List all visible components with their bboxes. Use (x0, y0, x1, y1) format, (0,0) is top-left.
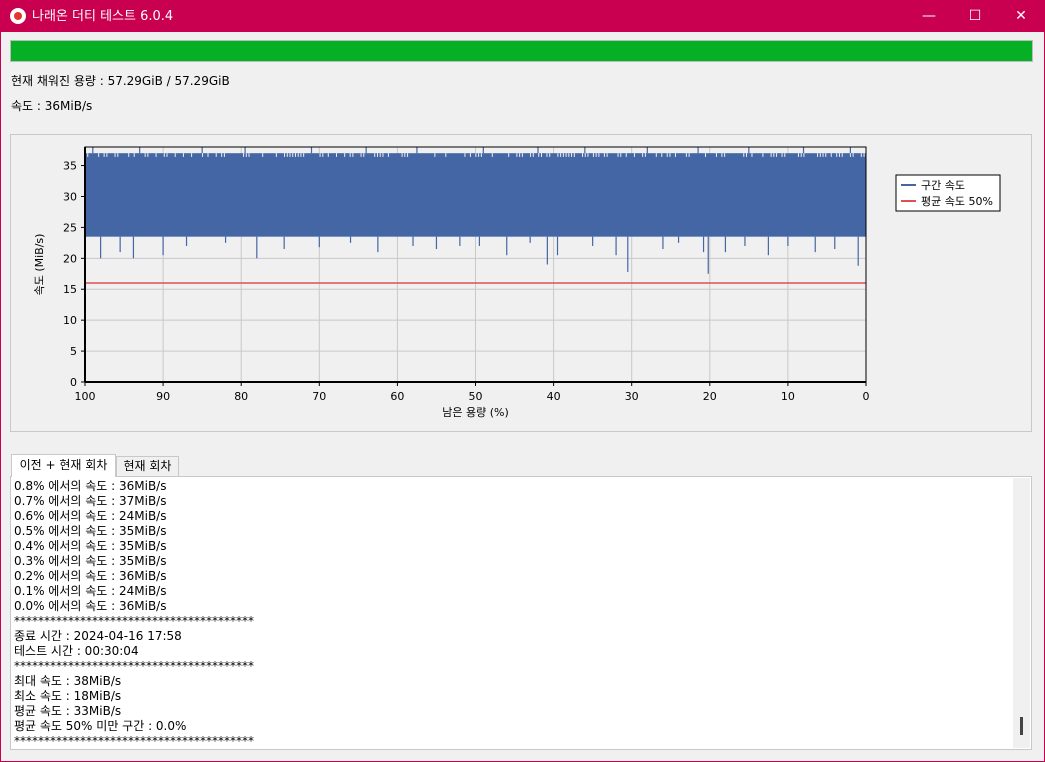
app-logo-icon (10, 8, 26, 24)
x-tick-label: 100 (75, 390, 96, 403)
x-tick-label: 40 (547, 390, 561, 403)
tab-current[interactable]: 현재 회차 (116, 456, 179, 476)
log-line: 0.5% 에서의 속도 : 35MiB/s (14, 524, 167, 538)
y-tick-label: 15 (63, 283, 77, 296)
title-bar[interactable]: 나래온 더티 테스트 6.0.4 — ☐ ✕ (1, 1, 1044, 32)
x-tick-label: 90 (156, 390, 170, 403)
app-window: 나래온 더티 테스트 6.0.4 — ☐ ✕ 현재 채워진 용량 : 57.29… (0, 0, 1045, 762)
log-line: 0.4% 에서의 속도 : 35MiB/s (14, 539, 167, 553)
log-line: 최소 속도 : 18MiB/s (14, 689, 122, 703)
y-tick-label: 0 (70, 376, 77, 389)
log-line: 0.1% 에서의 속도 : 24MiB/s (14, 584, 167, 598)
x-tick-label: 0 (863, 390, 870, 403)
chart-legend: 구간 속도평균 속도 50% (895, 174, 1001, 212)
x-tick-label: 70 (312, 390, 326, 403)
maximize-button[interactable]: ☐ (952, 1, 998, 32)
speed-chart: 100 90 80 70 60 50 40 30 20 10 005101520253035남은 용… (33, 146, 1001, 419)
y-tick-label: 25 (63, 221, 77, 234)
close-button[interactable]: ✕ (998, 1, 1044, 32)
x-tick-label: 50 (469, 390, 483, 403)
y-axis-title: 속도 (MiB/s) (33, 234, 46, 296)
log-line: 최대 속도 : 38MiB/s (14, 674, 122, 688)
log-line: 테스트 시간 : 00:30:04 (14, 644, 139, 658)
tab-previous-and-current[interactable]: 이전 + 현재 회차 (11, 454, 116, 477)
log-lines: 0.8% 에서의 속도 : 36MiB/s 0.7% 에서의 속도 : 37MiB… (14, 479, 254, 749)
x-tick-label: 30 (625, 390, 639, 403)
filled-capacity-text: 현재 채워진 용량 : 57.29GiB / 57.29GiB (11, 74, 230, 88)
log-textbox[interactable]: 0.8% 에서의 속도 : 36MiB/s 0.7% 에서의 속도 : 37MiB… (10, 476, 1032, 750)
current-speed-text: 속도 : 36MiB/s (11, 99, 93, 113)
y-tick-label: 35 (63, 160, 77, 173)
window-title: 나래온 더티 테스트 6.0.4 (32, 9, 174, 24)
y-tick-label: 5 (70, 345, 77, 358)
y-tick-label: 20 (63, 252, 77, 265)
x-tick-label: 10 (781, 390, 795, 403)
log-line: 평균 속도 : 33MiB/s (14, 704, 122, 718)
log-line: 0.6% 에서의 속도 : 24MiB/s (14, 509, 167, 523)
log-line: 0.7% 에서의 속도 : 37MiB/s (14, 494, 167, 508)
log-line: 0.0% 에서의 속도 : 36MiB/s (14, 599, 167, 613)
minimize-button[interactable]: — (906, 1, 952, 32)
x-axis-title: 남은 용량 (%) (442, 406, 509, 419)
log-line: 종료 시간 : 2024-04-16 17:58 (14, 629, 182, 643)
x-tick-label: 80 (234, 390, 248, 403)
log-line: **************************************** (14, 734, 254, 748)
legend-label-interval: 구간 속도 (921, 179, 965, 192)
fill-progress-bar (10, 40, 1033, 62)
log-line: 0.3% 에서의 속도 : 35MiB/s (14, 554, 167, 568)
series-interval-speed-band (85, 153, 866, 237)
progress-fill (11, 41, 1032, 61)
scrollbar-thumb[interactable] (1020, 717, 1023, 735)
x-tick-label: 60 (390, 390, 404, 403)
log-line: **************************************** (14, 614, 254, 628)
legend-label-average: 평균 속도 50% (921, 195, 993, 208)
log-line: 0.8% 에서의 속도 : 36MiB/s (14, 479, 167, 493)
log-line: 0.2% 에서의 속도 : 36MiB/s (14, 569, 167, 583)
x-tick-label: 20 (703, 390, 717, 403)
y-tick-label: 10 (63, 314, 77, 327)
log-line: 평균 속도 50% 미만 구간 : 0.0% (14, 719, 187, 733)
speed-chart-panel: 100 90 80 70 60 50 40 30 20 10 0 0 5 10 15 20 25 30 35 남은 용… (10, 134, 1032, 432)
log-scrollbar[interactable] (1013, 478, 1030, 748)
y-tick-label: 30 (63, 190, 77, 203)
log-line: **************************************** (14, 659, 254, 673)
